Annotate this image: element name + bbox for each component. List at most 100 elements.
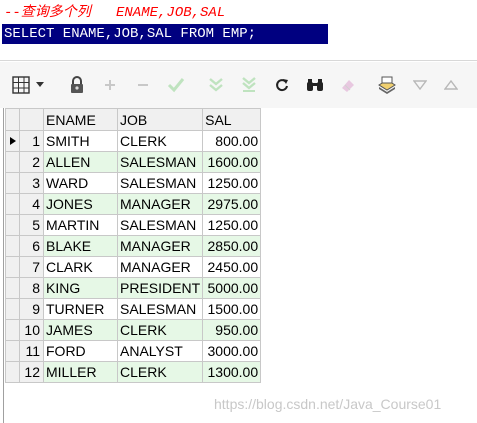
cell-ename[interactable]: MARTIN <box>43 214 118 236</box>
cell-job[interactable]: SALESMAN <box>116 214 204 236</box>
cell-sal[interactable]: 1250.00 <box>202 172 262 194</box>
triangle-down-icon[interactable] <box>409 74 431 96</box>
row-number[interactable]: 2 <box>19 151 44 173</box>
result-grid: ENAME JOB SAL 1 SMITH CLERK 800.00 2 ALLEN SAL… <box>5 108 262 383</box>
row-indicator <box>5 151 20 173</box>
check-icon[interactable] <box>165 74 187 96</box>
row-indicator <box>5 214 20 236</box>
table-row[interactable]: 4 JONES MANAGER 2975.00 <box>5 193 262 215</box>
cell-sal[interactable]: 1500.00 <box>202 298 262 320</box>
table-row[interactable]: 1 SMITH CLERK 800.00 <box>5 130 262 152</box>
grid-icon[interactable] <box>10 74 32 96</box>
cell-job[interactable]: CLERK <box>116 319 204 341</box>
table-row[interactable]: 5 MARTIN SALESMAN 1250.00 <box>5 214 262 236</box>
row-number[interactable]: 5 <box>19 214 44 236</box>
cell-ename[interactable]: JAMES <box>43 319 118 341</box>
cell-ename[interactable]: CLARK <box>43 256 118 278</box>
cell-job[interactable]: MANAGER <box>116 235 204 257</box>
row-indicator <box>5 319 20 341</box>
double-chevron-down-icon[interactable] <box>205 74 227 96</box>
minus-icon[interactable] <box>132 74 154 96</box>
row-indicator <box>5 256 20 278</box>
table-row[interactable]: 11 FORD ANALYST 3000.00 <box>5 340 262 362</box>
row-number[interactable]: 10 <box>19 319 44 341</box>
table-row[interactable]: 7 CLARK MANAGER 2450.00 <box>5 256 262 278</box>
column-header-job[interactable]: JOB <box>116 108 204 131</box>
table-row[interactable]: 8 KING PRESIDENT 5000.00 <box>5 277 262 299</box>
cell-ename[interactable]: TURNER <box>43 298 118 320</box>
table-row[interactable]: 10 JAMES CLERK 950.00 <box>5 319 262 341</box>
plus-icon[interactable] <box>99 74 121 96</box>
cell-sal[interactable]: 800.00 <box>202 130 262 152</box>
rownum-header <box>19 108 44 131</box>
export-icon[interactable] <box>376 74 398 96</box>
table-row[interactable]: 12 MILLER CLERK 1300.00 <box>5 361 262 383</box>
cell-ename[interactable]: ALLEN <box>43 151 118 173</box>
sql-statement-line[interactable]: SELECT ENAME,JOB,SAL FROM EMP; <box>2 24 328 44</box>
cell-job[interactable]: ANALYST <box>116 340 204 362</box>
table-row[interactable]: 6 BLAKE MANAGER 2850.00 <box>5 235 262 257</box>
grid-left-border <box>3 108 4 423</box>
eraser-icon[interactable] <box>337 74 359 96</box>
dropdown-arrow-icon[interactable] <box>34 74 46 96</box>
row-indicator <box>5 340 20 362</box>
double-chevron-down-line-icon[interactable] <box>238 74 260 96</box>
cell-job[interactable]: SALESMAN <box>116 172 204 194</box>
cell-sal[interactable]: 5000.00 <box>202 277 262 299</box>
result-toolbar <box>0 62 477 108</box>
binoculars-icon[interactable] <box>304 74 326 96</box>
cell-ename[interactable]: WARD <box>43 172 118 194</box>
table-row[interactable]: 2 ALLEN SALESMAN 1600.00 <box>5 151 262 173</box>
cell-sal[interactable]: 2850.00 <box>202 235 262 257</box>
cell-sal[interactable]: 2450.00 <box>202 256 262 278</box>
indicator-header <box>5 108 20 131</box>
cell-job[interactable]: SALESMAN <box>116 298 204 320</box>
row-number[interactable]: 3 <box>19 172 44 194</box>
table-row[interactable]: 3 WARD SALESMAN 1250.00 <box>5 172 262 194</box>
cell-job[interactable]: PRESIDENT <box>116 277 204 299</box>
grid-header-row: ENAME JOB SAL <box>5 108 262 131</box>
row-number[interactable]: 11 <box>19 340 44 362</box>
cell-sal[interactable]: 1600.00 <box>202 151 262 173</box>
row-indicator <box>5 172 20 194</box>
row-number[interactable]: 12 <box>19 361 44 383</box>
cell-ename[interactable]: FORD <box>43 340 118 362</box>
row-number[interactable]: 1 <box>19 130 44 152</box>
sql-editor[interactable]: --查询多个列 ENAME,JOB,SAL SELECT ENAME,JOB,S… <box>0 0 477 50</box>
cell-job[interactable]: CLERK <box>116 130 204 152</box>
cell-ename[interactable]: SMITH <box>43 130 118 152</box>
row-indicator <box>5 277 20 299</box>
cell-job[interactable]: MANAGER <box>116 193 204 215</box>
cell-sal[interactable]: 3000.00 <box>202 340 262 362</box>
row-indicator <box>5 193 20 215</box>
row-number[interactable]: 4 <box>19 193 44 215</box>
cell-job[interactable]: MANAGER <box>116 256 204 278</box>
lock-icon[interactable] <box>66 74 88 96</box>
cell-sal[interactable]: 1300.00 <box>202 361 262 383</box>
row-number[interactable]: 8 <box>19 277 44 299</box>
table-row[interactable]: 9 TURNER SALESMAN 1500.00 <box>5 298 262 320</box>
cell-sal[interactable]: 950.00 <box>202 319 262 341</box>
cell-job[interactable]: CLERK <box>116 361 204 383</box>
cell-ename[interactable]: KING <box>43 277 118 299</box>
cell-sal[interactable]: 2975.00 <box>202 193 262 215</box>
sql-statement-text: SELECT ENAME,JOB,SAL FROM EMP; <box>4 26 257 42</box>
cell-job[interactable]: SALESMAN <box>116 151 204 173</box>
row-number[interactable]: 9 <box>19 298 44 320</box>
cell-ename[interactable]: BLAKE <box>43 235 118 257</box>
column-header-sal[interactable]: SAL <box>202 108 262 131</box>
watermark: https://blog.csdn.net/Java_Course01 <box>214 396 442 412</box>
sql-comment-line: --查询多个列 ENAME,JOB,SAL <box>4 5 226 21</box>
refresh-icon[interactable] <box>271 74 293 96</box>
row-indicator <box>5 235 20 257</box>
row-indicator <box>5 298 20 320</box>
cell-ename[interactable]: MILLER <box>43 361 118 383</box>
row-number[interactable]: 7 <box>19 256 44 278</box>
cell-sal[interactable]: 1250.00 <box>202 214 262 236</box>
column-header-ename[interactable]: ENAME <box>43 108 118 131</box>
cell-ename[interactable]: JONES <box>43 193 118 215</box>
current-row-arrow-icon <box>5 130 20 152</box>
triangle-up-icon[interactable] <box>440 74 462 96</box>
row-number[interactable]: 6 <box>19 235 44 257</box>
row-indicator <box>5 361 20 383</box>
